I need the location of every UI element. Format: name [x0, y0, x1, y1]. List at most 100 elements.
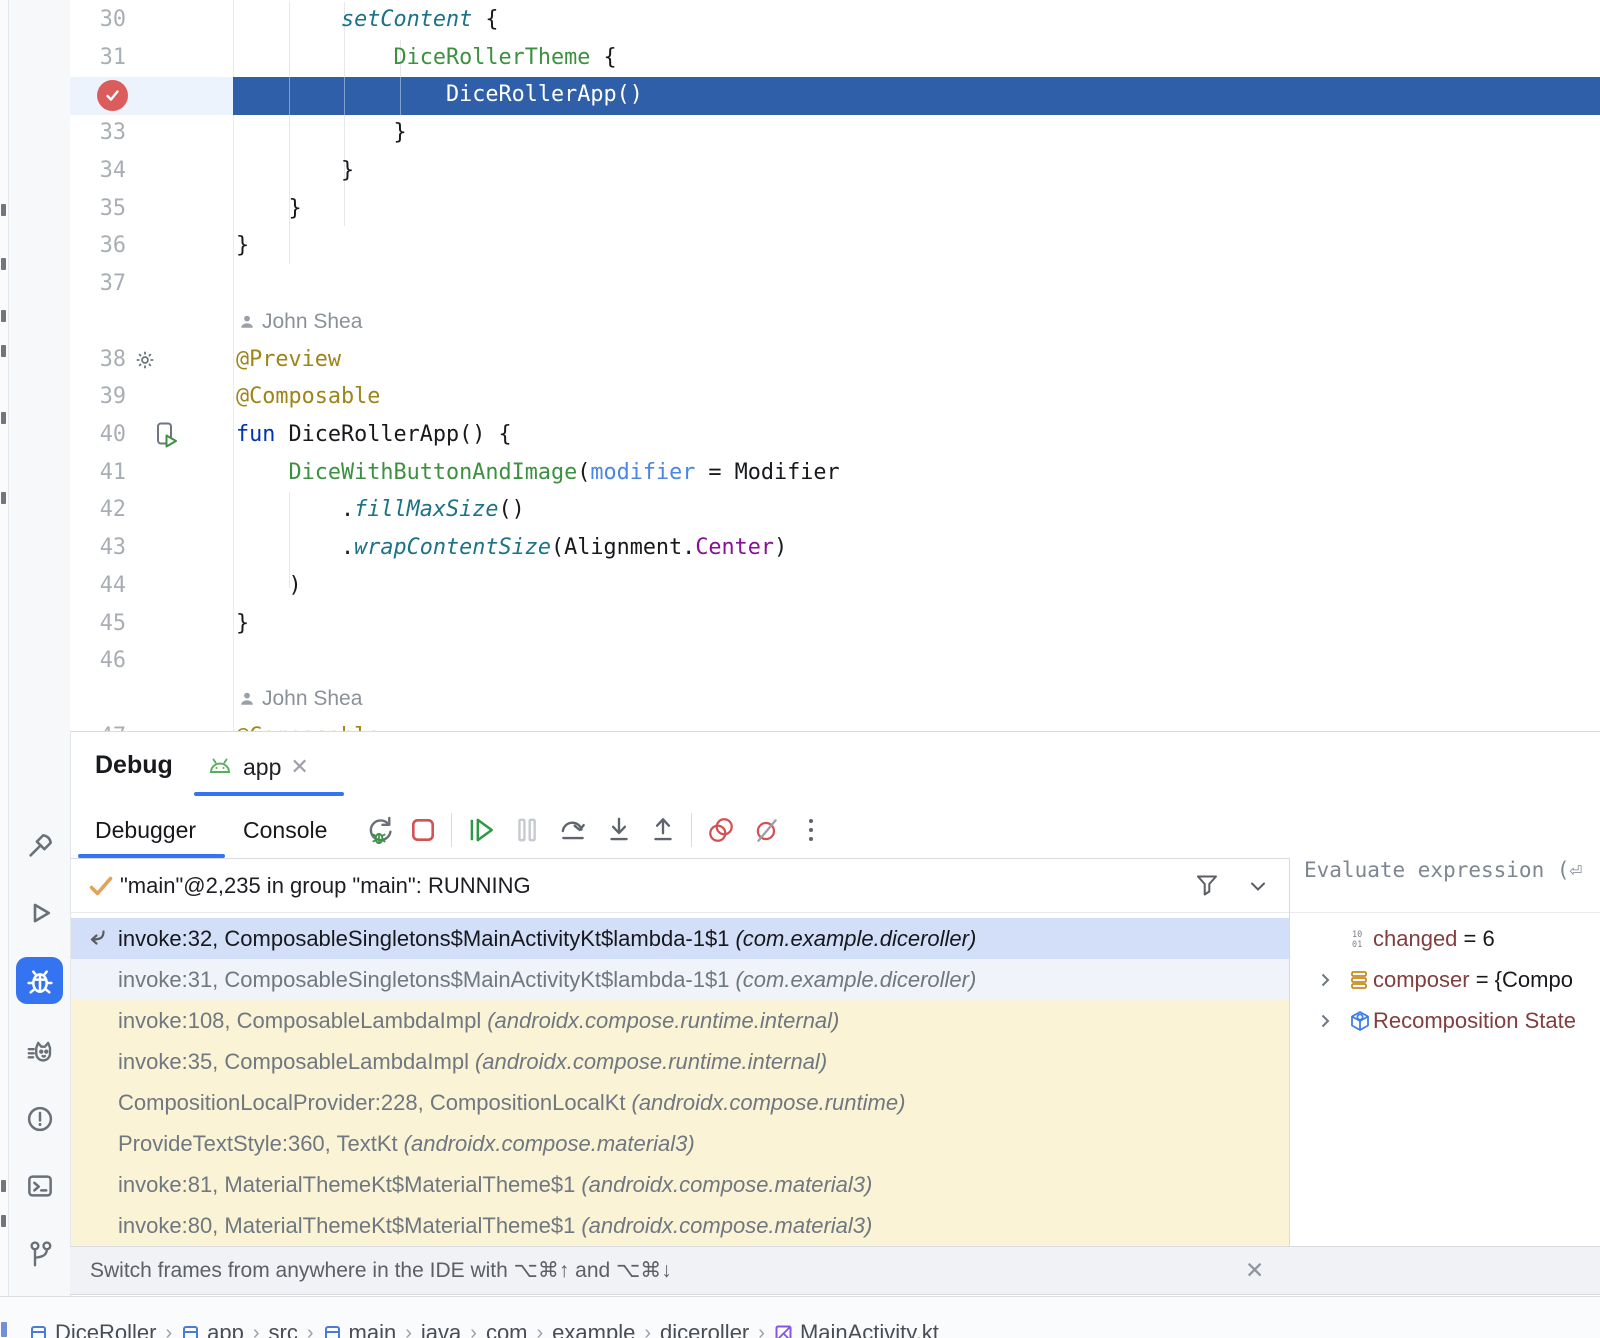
tab-app-label: app [243, 754, 281, 781]
code-line[interactable]: DiceRollerTheme { [236, 39, 617, 77]
tab-console[interactable]: Console [243, 817, 327, 844]
code-line[interactable]: .wrapContentSize(Alignment.Center) [236, 529, 787, 567]
frame-package: (androidx.compose.material3) [581, 1213, 872, 1238]
line-number: 46 [70, 642, 126, 680]
breadcrumb-item[interactable]: MainActivity.kt [774, 1320, 939, 1338]
run-preview-icon[interactable] [154, 421, 178, 449]
code-line[interactable]: ) [236, 567, 302, 605]
version-control-tool-button[interactable] [22, 1236, 58, 1272]
thread-status-row[interactable]: "main"@2,235 in group "main": RUNNING [71, 859, 1289, 912]
mute-breakpoints-button[interactable] [752, 814, 782, 846]
tab-app-run-config[interactable]: app ✕ [206, 748, 309, 786]
stack-frame-row[interactable]: invoke:35, ComposableLambdaImpl(androidx… [71, 1041, 1289, 1082]
svg-text:10: 10 [1352, 930, 1362, 940]
thread-status-text: "main"@2,235 in group "main": RUNNING [120, 859, 531, 912]
code-line[interactable]: DiceWithButtonAndImage(modifier = Modifi… [236, 454, 840, 492]
view-breakpoints-button[interactable] [706, 814, 736, 846]
code-line[interactable]: .fillMaxSize() [236, 491, 525, 529]
build-tool-button[interactable] [22, 828, 58, 864]
problems-icon [25, 1104, 55, 1134]
rerun-button[interactable] [364, 814, 394, 846]
frame-package: (com.example.diceroller) [735, 967, 976, 992]
frame-package: (androidx.compose.material3) [404, 1131, 695, 1156]
breadcrumb-separator: › [537, 1322, 544, 1338]
breadcrumb-item[interactable]: example [552, 1320, 635, 1338]
breadcrumb-item[interactable]: app [181, 1320, 244, 1338]
stack-frame-row[interactable]: invoke:108, ComposableLambdaImpl(android… [71, 1000, 1289, 1041]
code-line[interactable]: @Composable [236, 718, 380, 731]
stack-frames-list[interactable]: invoke:32, ComposableSingletons$MainActi… [71, 918, 1289, 1246]
resume-button[interactable] [466, 814, 496, 846]
stack-frame-row[interactable]: invoke:80, MaterialThemeKt$MaterialTheme… [71, 1205, 1289, 1246]
pause-button[interactable] [512, 814, 542, 846]
close-tab-icon[interactable]: ✕ [290, 756, 308, 778]
breadcrumb-item[interactable]: diceroller [660, 1320, 749, 1338]
code-line[interactable]: } [236, 190, 302, 228]
debug-tool-button[interactable] [16, 957, 63, 1004]
code-line[interactable]: } [236, 605, 249, 643]
frame-location: invoke:80, MaterialThemeKt$MaterialTheme… [118, 1213, 575, 1238]
code-line[interactable]: fun DiceRollerApp() { [236, 416, 512, 454]
code-line[interactable]: } [236, 152, 354, 190]
breadcrumb-label: MainActivity.kt [800, 1320, 939, 1338]
code-line[interactable]: @Preview [236, 341, 341, 379]
breadcrumb-label: diceroller [660, 1320, 749, 1338]
breadcrumb-item[interactable]: main [323, 1320, 397, 1338]
cutoff-icon-fragment [1, 345, 6, 357]
evaluate-expression-field[interactable]: Evaluate expression (⏎ [1304, 858, 1582, 912]
breadcrumb-label: src [269, 1320, 298, 1338]
stack-frame-row[interactable]: CompositionLocalProvider:228, Compositio… [71, 1082, 1289, 1123]
code-line[interactable]: DiceRollerApp() [236, 76, 643, 114]
terminal-tool-button[interactable] [22, 1168, 58, 1204]
variable-row[interactable]: 1001changed = 6 [1290, 918, 1600, 959]
step-into-button[interactable] [604, 814, 634, 846]
step-out-icon [649, 815, 677, 845]
code-line[interactable]: } [236, 114, 407, 152]
svg-text:01: 01 [1352, 940, 1362, 950]
problems-tool-button[interactable] [22, 1101, 58, 1137]
breadcrumb-item[interactable]: com [486, 1320, 528, 1338]
expand-chevron-icon[interactable] [1316, 971, 1334, 989]
toolbar-separator [451, 813, 452, 847]
frame-package: (androidx.compose.runtime.internal) [487, 1008, 839, 1033]
line-number: 44 [70, 567, 126, 605]
line-number: 36 [70, 227, 126, 265]
stack-frame-row[interactable]: invoke:32, ComposableSingletons$MainActi… [71, 918, 1289, 959]
line-number: 34 [70, 152, 126, 190]
logcat-tool-button[interactable] [22, 1033, 58, 1069]
step-over-button[interactable] [558, 814, 588, 846]
stop-icon [409, 816, 437, 844]
breakpoint-icon[interactable] [97, 80, 128, 111]
breadcrumb-item[interactable]: src [269, 1320, 298, 1338]
breadcrumb-item[interactable]: DiceRoller [29, 1320, 156, 1338]
rerun-icon [364, 814, 394, 846]
close-banner-icon[interactable]: ✕ [1245, 1247, 1264, 1294]
stack-frame-row[interactable]: invoke:81, MaterialThemeKt$MaterialTheme… [71, 1164, 1289, 1205]
tab-debugger[interactable]: Debugger [95, 817, 196, 844]
stack-frame-row[interactable]: ProvideTextStyle:360, TextKt(androidx.co… [71, 1123, 1289, 1164]
person-icon [239, 691, 255, 707]
thread-running-check-icon [87, 872, 115, 900]
line-number: 30 [70, 1, 126, 39]
code-editor[interactable]: 3031333435363738394041424344454647 setCo… [70, 0, 1600, 731]
filter-frames-icon[interactable] [1193, 871, 1221, 899]
variable-row[interactable]: composer = {Compo [1290, 959, 1600, 1000]
code-line[interactable]: @Composable [236, 378, 380, 416]
expand-chevron-icon[interactable] [1316, 1012, 1334, 1030]
frame-location: CompositionLocalProvider:228, Compositio… [118, 1090, 626, 1115]
git-branch-icon [25, 1239, 55, 1269]
thread-selector-chevron-icon[interactable] [1247, 878, 1269, 896]
breadcrumb[interactable]: DiceRoller›app›src›main›java›com›example… [29, 1318, 939, 1338]
variable-row[interactable]: Recomposition State [1290, 1000, 1600, 1041]
stack-frame-row[interactable]: invoke:31, ComposableSingletons$MainActi… [71, 959, 1289, 1000]
run-tool-button[interactable] [22, 895, 58, 931]
gear-icon[interactable] [134, 349, 156, 371]
stop-button[interactable] [408, 814, 438, 846]
step-out-button[interactable] [648, 814, 678, 846]
code-line[interactable]: } [236, 227, 249, 265]
breadcrumb-item[interactable]: java [421, 1320, 461, 1338]
code-line[interactable]: setContent { [236, 1, 498, 39]
more-options-button[interactable] [796, 814, 826, 846]
variable-name: Recomposition State [1373, 1008, 1576, 1033]
object-fields-icon [1349, 970, 1369, 990]
